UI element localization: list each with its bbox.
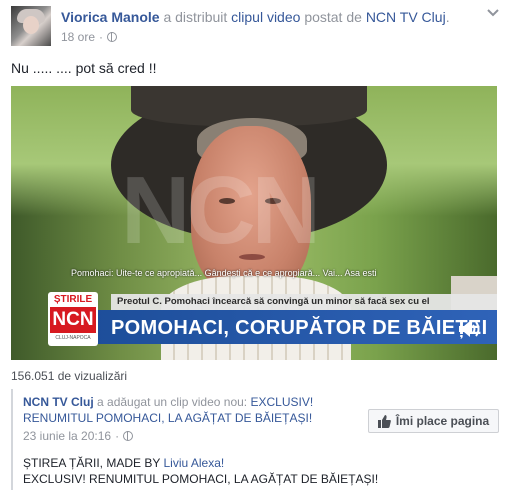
shared-description-prefix: ȘTIREA ȚĂRII, MADE BY [23, 456, 161, 470]
action-text: a distribuit [163, 9, 228, 25]
globe-icon [107, 32, 118, 42]
chevron-down-icon[interactable] [486, 6, 500, 20]
shared-globe-icon [123, 431, 134, 441]
shared-action-text: a adăugat un clip video nou: [97, 395, 248, 409]
lower-third-title: POMOHACI, CORUPĂTOR DE BĂIEȚEI [111, 317, 488, 339]
shared-headline: NCN TV Cluj a adăugat un clip video nou:… [23, 394, 353, 426]
shared-description-line1: ȘTIREA ȚĂRII, MADE BY Liviu Alexa! [23, 455, 493, 471]
like-page-label: Îmi place pagina [395, 414, 490, 428]
author-name-link[interactable]: Viorica Manole [61, 9, 160, 25]
shared-meta: 23 iunie la 20:16 · [23, 429, 134, 443]
view-count: 156.051 de vizualizări [11, 369, 128, 383]
post-message: Nu ..... .... pot să cred !! [11, 60, 157, 76]
shared-page-link[interactable]: NCN TV Cluj [23, 395, 94, 409]
avatar-face [23, 16, 39, 34]
volume-icon[interactable] [457, 318, 483, 340]
shared-description: ȘTIREA ȚĂRII, MADE BY Liviu Alexa! EXCLU… [23, 455, 493, 487]
author-avatar[interactable] [11, 6, 51, 46]
post-meta: 18 ore · [61, 30, 118, 44]
video-watermark: NCN [121, 157, 321, 264]
feed-post: Viorica Manole a distribuit clipul video… [0, 0, 510, 503]
post-headline: Viorica Manole a distribuit clipul video… [61, 9, 450, 26]
channel-logo-mid: NCN [50, 307, 96, 333]
shared-video-card: NCN TV Cluj a adăugat un clip video nou:… [11, 389, 499, 490]
shared-description-line2: EXCLUSIV! RENUMITUL POMOHACI, LA AGĂȚAT … [23, 472, 379, 486]
lower-third-caption: Preotul C. Pomohaci încearcă să convingă… [111, 294, 497, 310]
channel-logo-bottom: CLUJ-NAPOCA [55, 335, 91, 341]
like-page-button[interactable]: Îmi place pagina [368, 409, 499, 433]
video-subtitle: Pomohaci: Uite-te ce apropiată... Gândeș… [71, 268, 377, 278]
posted-by-text: postat de [304, 9, 362, 25]
video-link[interactable]: clipul video [231, 9, 300, 25]
source-page-link[interactable]: NCN TV Cluj [366, 9, 446, 25]
channel-logo-top: ȘTIRILE [53, 294, 93, 305]
headline-period: . [445, 9, 450, 25]
shared-date[interactable]: 23 iunie la 20:16 [23, 429, 111, 443]
shared-separator: · [115, 429, 120, 443]
lower-third-banner: POMOHACI, CORUPĂTOR DE BĂIEȚEI [91, 310, 497, 344]
meta-separator: · [99, 30, 104, 44]
author-mention-link[interactable]: Liviu Alexa! [164, 456, 225, 470]
channel-logo: ȘTIRILE NCN CLUJ-NAPOCA [48, 292, 98, 346]
video-player[interactable]: NCN Pomohaci: Uite-te ce apropiată... Gâ… [11, 86, 497, 360]
thumbs-up-icon [377, 414, 391, 428]
post-timestamp[interactable]: 18 ore [61, 30, 95, 44]
